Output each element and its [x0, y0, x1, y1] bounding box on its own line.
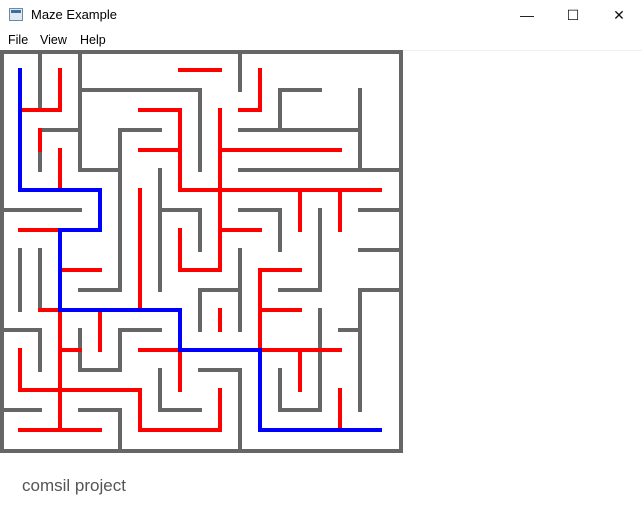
- menu-bar: File View Help: [0, 30, 642, 51]
- maximize-button[interactable]: ☐: [550, 0, 596, 30]
- title-bar: Maze Example — ☐ ✕: [0, 0, 642, 30]
- minimize-button[interactable]: —: [504, 0, 550, 30]
- footer-text: comsil project: [22, 476, 126, 495]
- close-button[interactable]: ✕: [596, 0, 642, 30]
- menu-file[interactable]: File: [8, 33, 28, 47]
- window-title: Maze Example: [31, 7, 117, 22]
- menu-view[interactable]: View: [40, 33, 67, 47]
- menu-help[interactable]: Help: [80, 33, 106, 47]
- maze-canvas: [0, 50, 403, 453]
- app-window-icon: [9, 8, 23, 21]
